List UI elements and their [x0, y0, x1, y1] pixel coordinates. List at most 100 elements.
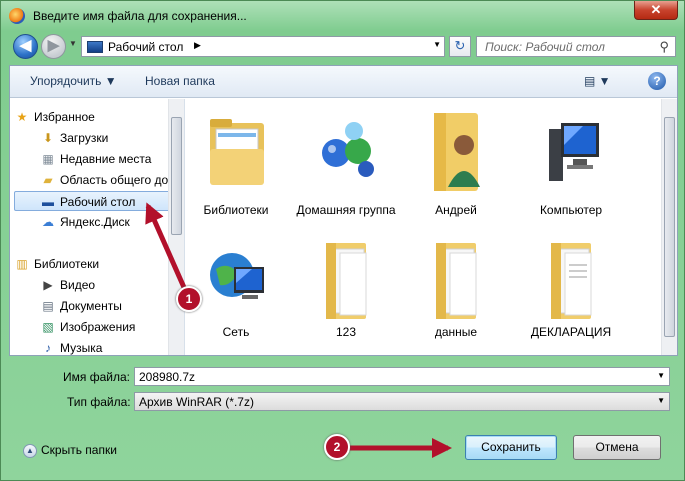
help-icon[interactable]: ? — [648, 72, 666, 90]
chevron-up-icon: ▲ — [23, 443, 37, 458]
search-placeholder: Поиск: Рабочий стол — [485, 40, 605, 54]
annotation-badge-1: 1 — [176, 286, 202, 312]
sidebar-scroll-thumb[interactable] — [171, 117, 182, 235]
sidebar-item-shared-area[interactable]: ▰ Область общего до — [40, 170, 168, 190]
address-location[interactable]: Рабочий стол — [108, 40, 183, 54]
sidebar-item-label: Недавние места — [60, 152, 152, 166]
chevron-down-icon[interactable]: ▼ — [657, 371, 665, 380]
sidebar-item-label: Изображения — [60, 320, 136, 334]
sidebar-item-label: Документы — [60, 299, 122, 313]
search-input[interactable]: Поиск: Рабочий стол ⚲ — [476, 36, 676, 57]
sidebar-item-label: Яндекс.Диск — [60, 215, 130, 229]
music-icon: ♪ — [45, 341, 51, 355]
libraries-icon: ▥ — [16, 257, 28, 271]
navigation-bar: ◀ ▶ ▼ Рабочий стол ▶ ▼ ↻ Поиск: Рабочий … — [9, 31, 678, 63]
sidebar-item-music[interactable]: ♪ Музыка — [40, 338, 103, 355]
file-item[interactable]: Библиотеки — [186, 99, 286, 229]
annotation-badge-2: 2 — [324, 434, 350, 460]
save-dialog-window: Введите имя файла для сохранения... ✕ ◀ … — [0, 0, 685, 481]
window-title: Введите имя файла для сохранения... — [33, 9, 247, 23]
images-icon: ▧ — [42, 320, 54, 334]
sidebar-item-label: Музыка — [60, 341, 103, 355]
history-dropdown-icon[interactable]: ▼ — [69, 39, 77, 48]
sidebar-item-label: Область общего до — [60, 173, 169, 187]
file-label: Домашняя группа — [296, 203, 396, 217]
homegroup-icon — [322, 122, 374, 177]
filetype-value[interactable]: Архив WinRAR (*.7z) — [139, 395, 254, 409]
file-item[interactable]: Домашняя группа — [296, 99, 396, 229]
address-dropdown-icon[interactable]: ▼ — [433, 40, 441, 49]
filetype-label: Тип файла: — [67, 395, 131, 409]
documents-icon: ▤ — [42, 299, 54, 313]
file-item[interactable]: Андрей — [406, 99, 506, 229]
computer-icon — [549, 123, 599, 181]
file-label: данные — [434, 325, 478, 339]
chevron-down-icon[interactable]: ▼ — [657, 396, 665, 405]
sidebar-item-yandex-disk[interactable]: ☁ Яндекс.Диск — [40, 212, 130, 232]
new-folder-button[interactable]: Новая папка — [145, 74, 215, 88]
recent-places-icon: ▦ — [42, 152, 54, 166]
filename-label: Имя файла: — [63, 370, 130, 384]
save-form: Имя файла: 208980.7z ▼ Тип файла: Архив … — [9, 361, 678, 421]
views-button[interactable]: ▤ ▼ — [584, 74, 611, 88]
file-label: ДЕКЛАРАЦИЯ — [530, 325, 612, 339]
close-button[interactable]: ✕ — [634, 1, 678, 20]
forward-button[interactable]: ▶ — [41, 34, 66, 59]
refresh-button[interactable]: ↻ — [449, 36, 471, 57]
desktop-icon: ▬ — [42, 195, 54, 209]
save-button[interactable]: Сохранить — [465, 435, 557, 460]
title-bar[interactable]: Введите имя файла для сохранения... ✕ — [1, 1, 684, 31]
files-scrollbar[interactable] — [661, 99, 677, 355]
sidebar-item-label: Избранное — [34, 110, 95, 124]
folder-icon — [551, 243, 592, 319]
file-label: 123 — [335, 325, 357, 339]
organize-button[interactable]: Упорядочить ▼ — [30, 74, 117, 88]
sidebar-item-desktop[interactable]: ▬ Рабочий стол — [14, 191, 170, 211]
user-folder-icon — [434, 113, 480, 191]
downloads-icon: ⬇ — [42, 131, 54, 145]
command-toolbar: Упорядочить ▼ Новая папка ▤ ▼ ? — [10, 66, 677, 98]
sidebar-item-recent-places[interactable]: ▦ Недавние места — [40, 149, 151, 169]
sidebar-item-label: Библиотеки — [34, 257, 100, 271]
filename-value[interactable]: 208980.7z — [139, 370, 195, 384]
hide-folders-button[interactable]: ▲ Скрыть папки — [23, 443, 117, 458]
filetype-select[interactable]: Архив WinRAR (*.7z) ▼ — [134, 392, 670, 411]
file-item[interactable]: Компьютер — [521, 99, 621, 229]
cancel-button[interactable]: Отмена — [573, 435, 661, 460]
filename-field[interactable]: 208980.7z ▼ — [134, 367, 670, 386]
sidebar-item-documents[interactable]: ▤ Документы — [40, 296, 122, 316]
content-area: Упорядочить ▼ Новая папка ▤ ▼ ? ★ Избранн… — [9, 65, 678, 356]
file-item[interactable]: Сеть — [186, 229, 286, 355]
sidebar-item-video[interactable]: ▶ Видео — [40, 275, 95, 295]
file-grid: Библиотеки Домашняя группа Андрей Компью… — [186, 99, 661, 355]
sidebar-scrollbar[interactable] — [168, 99, 184, 355]
folder-icon: ▰ — [43, 173, 53, 187]
sidebar-item-images[interactable]: ▧ Изображения — [40, 317, 135, 337]
file-label: Сеть — [222, 325, 250, 339]
libraries-folder-icon — [210, 119, 264, 185]
back-button[interactable]: ◀ — [13, 34, 38, 59]
desktop-icon — [87, 41, 103, 53]
video-icon: ▶ — [43, 278, 53, 292]
file-item[interactable]: ДЕКЛАРАЦИЯ — [521, 229, 621, 355]
files-scroll-thumb[interactable] — [664, 117, 675, 337]
folder-icon — [326, 243, 367, 319]
cloud-icon: ☁ — [42, 215, 54, 229]
file-label: Компьютер — [539, 203, 603, 217]
file-item[interactable]: данные — [406, 229, 506, 355]
star-icon: ★ — [16, 110, 28, 124]
navigation-pane: ★ Избранное ⬇ Загрузки ▦ Недавние места ▰ Об… — [10, 99, 185, 355]
address-bar[interactable]: Рабочий стол ▶ ▼ — [81, 36, 445, 57]
file-label: Андрей — [435, 203, 477, 217]
folder-icon — [436, 243, 477, 319]
firefox-icon — [9, 8, 25, 24]
sidebar-item-label: Рабочий стол — [60, 195, 136, 209]
sidebar-item-downloads[interactable]: ⬇ Загрузки — [40, 128, 108, 148]
sidebar-item-label: Видео — [60, 278, 96, 292]
sidebar-item-libraries[interactable]: ▥ Библиотеки — [14, 254, 99, 274]
search-icon[interactable]: ⚲ — [659, 39, 669, 55]
sidebar-item-favorites[interactable]: ★ Избранное — [14, 107, 95, 127]
hide-folders-label: Скрыть папки — [41, 443, 117, 457]
file-item[interactable]: 123 — [296, 229, 396, 355]
breadcrumb-arrow-icon[interactable]: ▶ — [194, 40, 201, 51]
